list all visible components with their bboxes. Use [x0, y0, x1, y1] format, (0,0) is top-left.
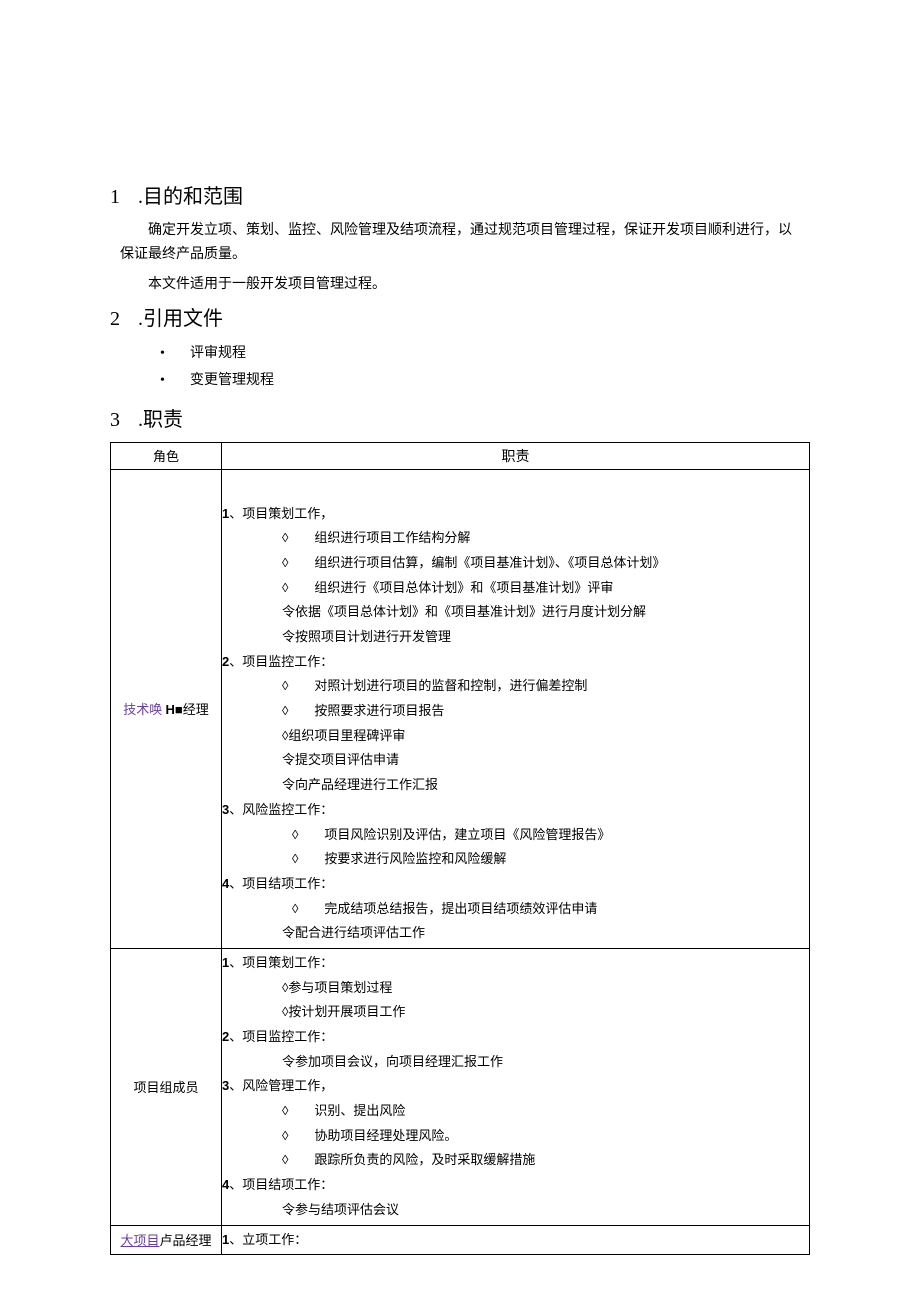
black-square-icon: ■ [175, 702, 183, 717]
document-page: 1.目的和范围 确定开发立项、策划、监控、风险管理及结项流程，通过规范项目管理过… [0, 0, 920, 1315]
r3-sec1-head: 、立项工作： [229, 1232, 307, 1247]
duty-cell-team-member: 1、项目策划工作： ◊参与项目策划过程 ◊按计划开展项目工作 2、项目监控工作：… [222, 948, 810, 1225]
r1-sec1-i1: ◊ 组织进行项目工作结构分解 [222, 526, 809, 551]
r1-sec3-i1: ◊ 项目风险识别及评估，建立项目《风险管理报告》 [222, 823, 809, 848]
r1-sec4-i2: 令配合进行结项评估工作 [222, 921, 809, 946]
heading-2-num: 2 [110, 308, 138, 331]
r2-sec3-i3: ◊ 跟踪所负责的风险，及时采取缓解措施 [222, 1148, 809, 1173]
r1-sec3-head: 、风险监控工作： [229, 802, 333, 817]
r2-sec1-head: 、项目策划工作： [229, 955, 333, 970]
r2-sec1-i1: ◊参与项目策划过程 [222, 976, 809, 1001]
role-cell-product-manager: 大项目卢品经理 [111, 1225, 222, 1255]
r1-sec2-i2: ◊ 按照要求进行项目报告 [222, 699, 809, 724]
heading-3-title: .职责 [138, 409, 183, 431]
r1-sec1-i3: ◊ 组织进行《项目总体计划》和《项目基准计划》评审 [222, 576, 809, 601]
heading-2-title: .引用文件 [138, 308, 223, 330]
r2-sec2-head: 、项目监控工作： [229, 1029, 333, 1044]
role-cell-tech-manager: 技术唤 H■经理 [111, 469, 222, 948]
heading-3-num: 3 [110, 409, 138, 432]
role-rest-text: 卢品经理 [160, 1233, 212, 1248]
role-cell-team-member: 项目组成员 [111, 948, 222, 1225]
r1-sec3-i2: ◊ 按要求进行风险监控和风险缓解 [222, 847, 809, 872]
role-text-purple: 技术唤 [123, 702, 165, 717]
bullet-item-1: 评审规程 [110, 341, 810, 368]
table-row: 项目组成员 1、项目策划工作： ◊参与项目策划过程 ◊按计划开展项目工作 2、项… [111, 948, 810, 1225]
duty-cell-tech-manager: 1、项目策划工作， ◊ 组织进行项目工作结构分解 ◊ 组织进行项目估算，编制《项… [222, 469, 810, 948]
section-2-bullets: 评审规程 变更管理规程 [110, 341, 810, 394]
heading-2: 2.引用文件 [110, 302, 810, 331]
r1-sec2-i1: ◊ 对照计划进行项目的监督和控制，进行偏差控制 [222, 674, 809, 699]
r1-sec1-i5: 令按照项目计划进行开发管理 [222, 625, 809, 650]
heading-1-num: 1 [110, 186, 138, 209]
heading-1: 1.目的和范围 [110, 180, 810, 209]
heading-3: 3.职责 [110, 403, 810, 432]
r1-sec4-i1: ◊ 完成结项总结报告，提出项目结项绩效评估申请 [222, 897, 809, 922]
role-link-big-project[interactable]: 大项目 [120, 1233, 159, 1248]
table-row: 大项目卢品经理 1、立项工作： [111, 1225, 810, 1255]
role-text-rest: 经理 [183, 702, 209, 717]
r2-sec4-i1: 令参与结项评估会议 [222, 1198, 809, 1223]
spacer [222, 472, 809, 502]
bullet-item-2: 变更管理规程 [110, 368, 810, 395]
r2-sec3-i2: ◊ 协助项目经理处理风险。 [222, 1124, 809, 1149]
r1-sec1-i4: 令依据《项目总体计划》和《项目基准计划》进行月度计划分解 [222, 600, 809, 625]
responsibilities-table: 角色 职责 技术唤 H■经理 1、项目策划工作， ◊ 组织进行项目工作结构分解 … [110, 442, 810, 1256]
heading-1-title: .目的和范围 [138, 186, 243, 208]
table-header-row: 角色 职责 [111, 442, 810, 469]
r2-sec2-i1: 令参加项目会议，向项目经理汇报工作 [222, 1050, 809, 1075]
r1-sec2-i3: ◊组织项目里程碑评审 [222, 724, 809, 749]
section-1-para-1: 确定开发立项、策划、监控、风险管理及结项流程，通过规范项目管理过程，保证开发项目… [110, 219, 810, 267]
duty-cell-product-manager: 1、立项工作： [222, 1225, 810, 1255]
r1-sec4-head: 、项目结项工作： [229, 876, 333, 891]
r2-sec1-i2: ◊按计划开展项目工作 [222, 1000, 809, 1025]
r2-sec3-head: 、风险管理工作， [229, 1078, 333, 1093]
section-1-para-2: 本文件适用于一般开发项目管理过程。 [110, 273, 810, 297]
role-text-bold: H [166, 702, 175, 717]
table-header-duty: 职责 [222, 442, 810, 469]
r1-sec2-head: 、项目监控工作： [229, 654, 333, 669]
table-row: 技术唤 H■经理 1、项目策划工作， ◊ 组织进行项目工作结构分解 ◊ 组织进行… [111, 469, 810, 948]
r2-sec3-i1: ◊ 识别、提出风险 [222, 1099, 809, 1124]
r1-sec2-i4: 令提交项目评估申请 [222, 748, 809, 773]
r1-sec1-head: 、项目策划工作， [229, 506, 333, 521]
r1-sec2-i5: 令向产品经理进行工作汇报 [222, 773, 809, 798]
table-header-role: 角色 [111, 442, 222, 469]
r1-sec1-i2: ◊ 组织进行项目估算，编制《项目基准计划》、《项目总体计划》 [222, 551, 809, 576]
r2-sec4-head: 、项目结项工作： [229, 1177, 333, 1192]
